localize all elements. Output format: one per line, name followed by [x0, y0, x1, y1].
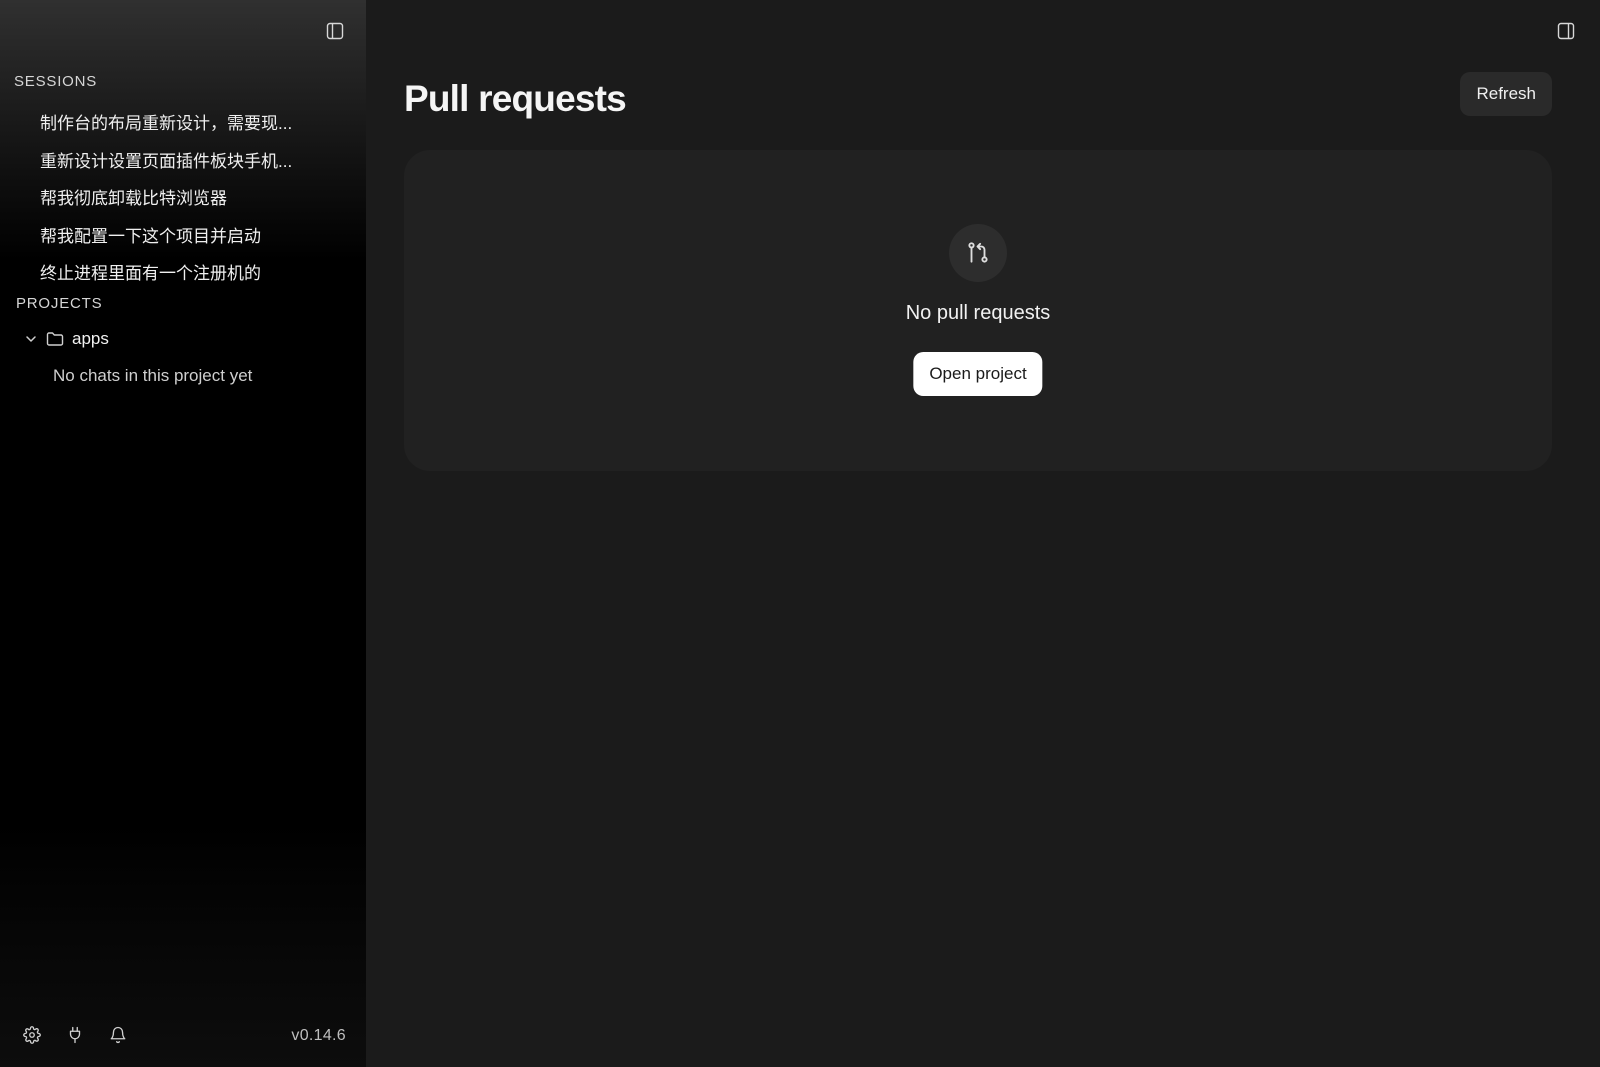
project-name: apps	[72, 329, 109, 348]
empty-state-title: No pull requests	[905, 302, 1051, 324]
main-panel: Pull requests Refresh No pull requests O…	[366, 0, 1600, 1067]
session-item[interactable]: 制作台的布局重新设计，需要现...	[40, 103, 340, 141]
open-project-button[interactable]: Open project	[913, 352, 1043, 396]
session-item[interactable]: 帮我配置一下这个项目并启动	[40, 216, 340, 254]
session-list: 制作台的布局重新设计，需要现... 重新设计设置页面插件板块手机... 帮我彻底…	[40, 103, 340, 291]
session-item[interactable]: 重新设计设置页面插件板块手机...	[40, 141, 340, 179]
sessions-label: SESSIONS	[14, 73, 98, 90]
session-item[interactable]: 帮我彻底卸载比特浏览器	[40, 178, 340, 216]
sidebar-footer	[22, 1025, 128, 1045]
empty-state-card: No pull requests Open project	[404, 150, 1552, 471]
right-panel-toggle-icon[interactable]	[1556, 21, 1576, 41]
pull-request-icon	[949, 224, 1007, 282]
project-folder-apps[interactable]: apps	[24, 326, 109, 352]
sidebar-toggle-icon[interactable]	[325, 21, 345, 41]
projects-label: PROJECTS	[16, 295, 103, 312]
project-empty-text: No chats in this project yet	[53, 366, 253, 385]
app-window: SESSIONS 制作台的布局重新设计，需要现... 重新设计设置页面插件板块手…	[0, 0, 1600, 1067]
page-title: Pull requests	[404, 78, 627, 119]
gear-icon[interactable]	[22, 1025, 42, 1045]
session-item[interactable]: 终止进程里面有一个注册机的	[40, 253, 340, 291]
version-label: v0.14.6	[291, 1027, 346, 1044]
chevron-down-icon[interactable]	[24, 332, 38, 346]
bell-icon[interactable]	[108, 1025, 128, 1045]
refresh-button[interactable]: Refresh	[1460, 72, 1552, 116]
folder-icon	[46, 331, 64, 347]
sidebar: SESSIONS 制作台的布局重新设计，需要现... 重新设计设置页面插件板块手…	[0, 0, 366, 1067]
plug-icon[interactable]	[65, 1025, 85, 1045]
